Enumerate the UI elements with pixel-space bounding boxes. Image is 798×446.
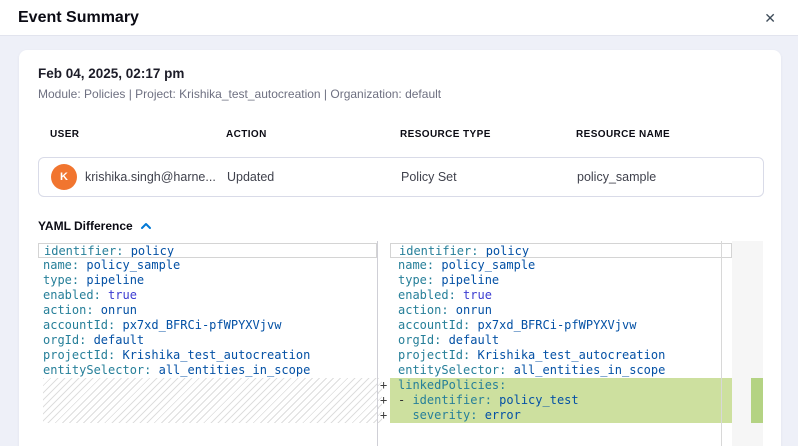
diff-line: accountId: px7xd_BFRCi-pfWPYXVjvw [390,318,732,333]
diff-gutter: +++ [378,241,390,446]
gutter-line [378,273,390,288]
audit-table-header: USER ACTION RESOURCE TYPE RESOURCE NAME [38,129,764,141]
diff-modified-pane[interactable]: identifier: policyname: policy_sampletyp… [390,241,732,446]
diff-line: type: pipeline [390,273,732,288]
event-timestamp: Feb 04, 2025, 02:17 pm [38,66,764,82]
diff-line: name: policy_sample [390,258,732,273]
diff-line: orgId: default [38,333,377,348]
diff-line: identifier: policy [390,243,732,258]
diff-line: action: onrun [390,303,732,318]
modal-header: Event Summary ✕ [0,0,798,36]
diff-line: severity: error [390,408,732,423]
yaml-diff-editor: identifier: policyname: policy_sampletyp… [38,241,764,446]
col-header-user: USER [50,129,226,141]
gutter-line [378,333,390,348]
gutter-line [378,288,390,303]
diff-line: accountId: px7xd_BFRCi-pfWPYXVjvw [38,318,377,333]
gutter-line [378,303,390,318]
diff-overview-ruler[interactable] [732,241,763,446]
diff-add-marker: + [378,393,390,408]
diff-line: action: onrun [38,303,377,318]
diff-line: entitySelector: all_entities_in_scope [38,363,377,378]
insert-marker [751,378,763,423]
table-row: K krishika.singh@harne... Updated Policy… [38,157,764,197]
diff-line: projectId: Krishika_test_autocreation [390,348,732,363]
avatar: K [51,164,77,190]
diff-add-marker: + [378,378,390,393]
diff-line: - identifier: policy_test [390,393,732,408]
gutter-line [378,318,390,333]
diff-line: orgId: default [390,333,732,348]
diff-line: enabled: true [38,288,377,303]
collapse-toggle[interactable] [140,222,152,230]
resource-name-value: policy_sample [577,170,763,184]
diff-line: enabled: true [390,288,732,303]
diff-line: projectId: Krishika_test_autocreation [38,348,377,363]
diff-line: linkedPolicies: [390,378,732,393]
close-icon[interactable]: ✕ [760,9,780,27]
diff-line: name: policy_sample [38,258,377,273]
gutter-line [378,348,390,363]
resource-type-value: Policy Set [401,170,577,184]
event-meta: Module: Policies | Project: Krishika_tes… [38,87,764,101]
diff-line: type: pipeline [38,273,377,288]
diff-line: entitySelector: all_entities_in_scope [390,363,732,378]
page-title: Event Summary [18,9,139,27]
user-cell: K krishika.singh@harne... [51,164,227,190]
diff-line: identifier: policy [38,243,377,258]
col-header-action: ACTION [226,129,400,141]
col-header-resource-type: RESOURCE TYPE [400,129,576,141]
gutter-line [378,243,390,258]
yaml-difference-label: YAML Difference [38,219,133,233]
action-value: Updated [227,170,401,184]
diff-original-pane[interactable]: identifier: policyname: policy_sampletyp… [38,241,377,446]
col-header-resource-name: RESOURCE NAME [576,129,764,141]
gutter-line [378,363,390,378]
diff-placeholder-hatch [43,378,377,423]
gutter-line [378,258,390,273]
user-email: krishika.singh@harne... [85,170,216,184]
event-summary-card: Feb 04, 2025, 02:17 pm Module: Policies … [19,50,781,446]
diff-add-marker: + [378,408,390,423]
chevron-up-icon [140,222,152,230]
modal-body: Feb 04, 2025, 02:17 pm Module: Policies … [0,36,798,446]
yaml-difference-header: YAML Difference [38,219,764,233]
scrollbar-track[interactable] [721,241,722,446]
